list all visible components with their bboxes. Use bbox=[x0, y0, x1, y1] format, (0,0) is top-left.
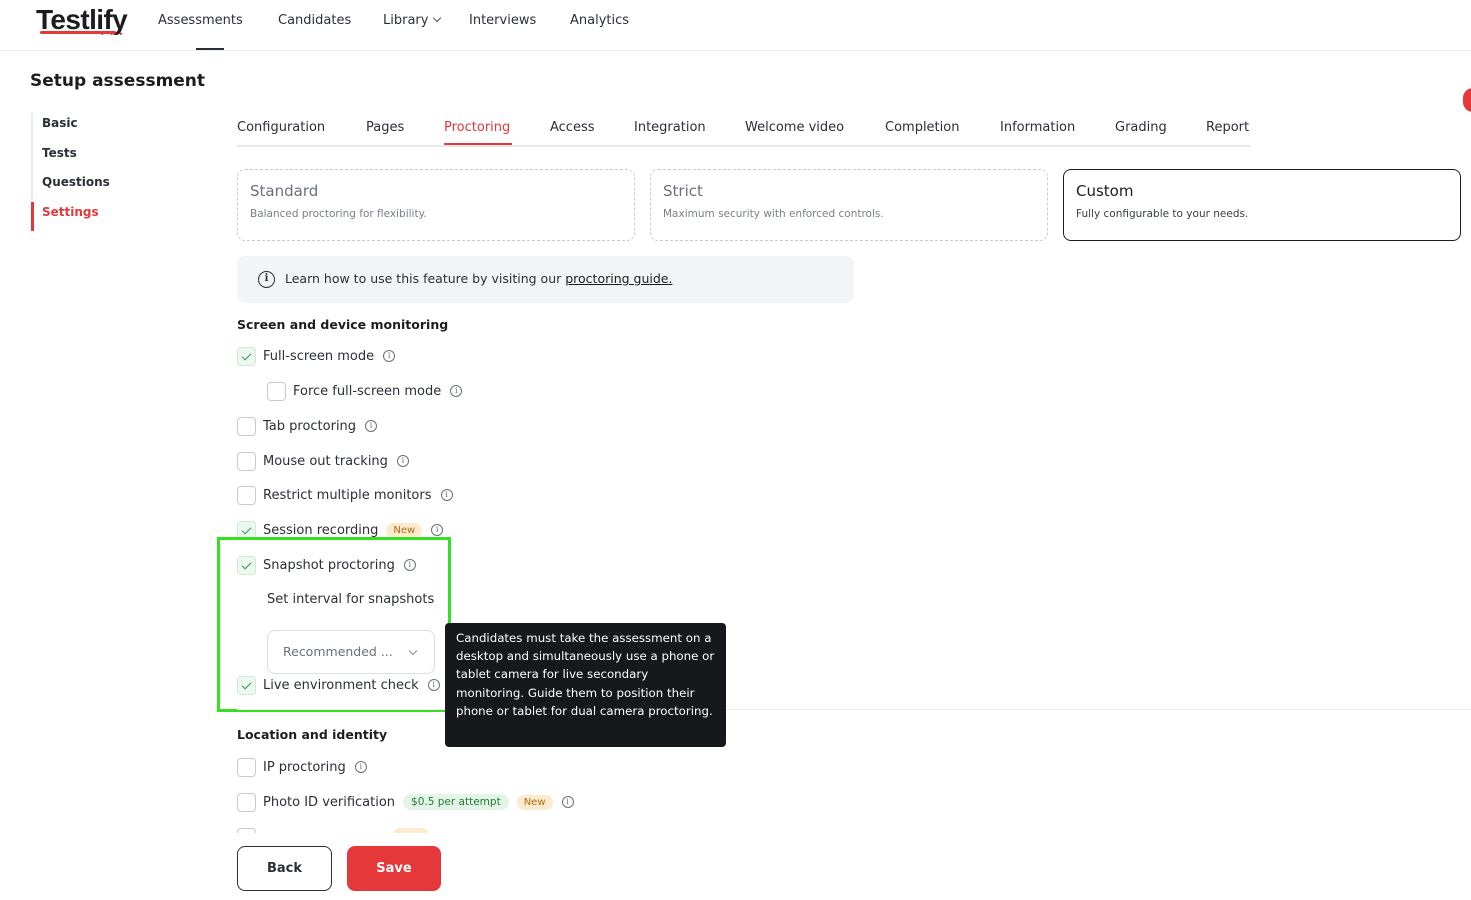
option-label: Session recording bbox=[263, 522, 379, 538]
info-banner: i Learn how to use this feature by visit… bbox=[237, 256, 854, 303]
nav-analytics[interactable]: Analytics bbox=[570, 13, 629, 28]
top-navbar: Testlify • • • Assessments Candidates Li… bbox=[0, 0, 1471, 51]
section-title-screen: Screen and device monitoring bbox=[237, 317, 449, 332]
info-icon[interactable]: i bbox=[431, 524, 444, 536]
proctoring-guide-link[interactable]: proctoring guide. bbox=[565, 271, 672, 286]
save-button[interactable]: Save bbox=[347, 846, 441, 891]
force-full-screen-checkbox[interactable] bbox=[267, 381, 286, 401]
option-label: Full-screen mode bbox=[263, 348, 375, 364]
info-text: Learn how to use this feature by visitin… bbox=[285, 271, 672, 286]
option-label: Live environment check bbox=[263, 677, 419, 693]
mode-title: Standard bbox=[250, 182, 319, 200]
tab-proctoring[interactable]: Proctoring bbox=[444, 120, 510, 135]
nav-library[interactable]: Library bbox=[383, 13, 442, 28]
option-live-environment: Live environment check i bbox=[237, 675, 440, 695]
info-icon[interactable]: i bbox=[354, 761, 367, 773]
sidebar-item-settings[interactable]: Settings bbox=[31, 201, 161, 231]
info-icon[interactable]: i bbox=[396, 455, 409, 467]
sidebar-item-basic[interactable]: Basic bbox=[33, 113, 161, 143]
nav-assessments[interactable]: Assessments bbox=[158, 13, 243, 28]
tab-configuration[interactable]: Configuration bbox=[237, 120, 325, 135]
info-message: Learn how to use this feature by visitin… bbox=[285, 271, 566, 286]
live-environment-checkbox[interactable] bbox=[237, 675, 256, 695]
snapshot-checkbox[interactable] bbox=[237, 555, 256, 575]
mode-card-strict[interactable]: Strict Maximum security with enforced co… bbox=[650, 169, 1048, 241]
mode-card-custom[interactable]: Custom Fully configurable to your needs. bbox=[1063, 169, 1461, 241]
option-tab-proctoring: Tab proctoring i bbox=[237, 416, 378, 436]
chevron-down-icon bbox=[433, 13, 442, 23]
option-session-recording: Session recording New i bbox=[237, 520, 444, 540]
sidebar-item-questions[interactable]: Questions bbox=[33, 172, 161, 202]
option-label: IP proctoring bbox=[263, 759, 346, 775]
notification-dot[interactable] bbox=[1463, 88, 1471, 112]
option-full-screen: Full-screen mode i bbox=[237, 346, 396, 366]
nav-library-label: Library bbox=[383, 13, 429, 28]
info-icon[interactable]: i bbox=[440, 489, 453, 501]
session-recording-checkbox[interactable] bbox=[237, 520, 256, 540]
mode-description: Balanced proctoring for flexibility. bbox=[250, 208, 427, 220]
option-mouse-out: Mouse out tracking i bbox=[237, 451, 409, 471]
price-badge: $0.5 per attempt bbox=[403, 794, 509, 810]
nav-interviews[interactable]: Interviews bbox=[469, 13, 536, 28]
back-button[interactable]: Back bbox=[237, 846, 332, 891]
tab-grading[interactable]: Grading bbox=[1115, 120, 1167, 135]
tab-completion[interactable]: Completion bbox=[885, 120, 959, 135]
mode-title: Strict bbox=[663, 182, 703, 200]
option-label: Snapshot proctoring bbox=[263, 557, 395, 573]
mode-description: Maximum security with enforced controls. bbox=[663, 208, 884, 220]
tab-access[interactable]: Access bbox=[550, 120, 595, 135]
option-ip-proctoring: IP proctoring i bbox=[237, 757, 367, 777]
new-badge: New bbox=[516, 794, 553, 810]
nav-active-indicator bbox=[196, 48, 224, 50]
clipped-checkbox bbox=[237, 828, 256, 833]
tab-pages[interactable]: Pages bbox=[366, 120, 404, 135]
tab-active-indicator bbox=[444, 143, 512, 145]
tab-proctoring-checkbox[interactable] bbox=[237, 416, 256, 436]
option-label: Photo ID verification bbox=[263, 794, 396, 810]
ip-proctoring-checkbox[interactable] bbox=[237, 757, 256, 777]
tab-integration[interactable]: Integration bbox=[634, 120, 706, 135]
section-divider bbox=[237, 709, 1471, 710]
info-icon[interactable]: i bbox=[403, 559, 416, 571]
setup-sidebar: Basic Tests Questions Settings bbox=[31, 113, 161, 231]
sidebar-item-tests[interactable]: Tests bbox=[33, 143, 161, 173]
option-multiple-monitors: Restrict multiple monitors i bbox=[237, 485, 453, 505]
option-label: Restrict multiple monitors bbox=[263, 487, 432, 503]
option-force-full-screen: Force full-screen mode i bbox=[267, 381, 463, 401]
info-icon[interactable]: i bbox=[450, 385, 463, 397]
info-icon: i bbox=[258, 271, 275, 288]
section-title-location: Location and identity bbox=[237, 727, 388, 742]
full-screen-checkbox[interactable] bbox=[237, 346, 256, 366]
info-icon[interactable]: i bbox=[383, 350, 396, 362]
option-label: Force full-screen mode bbox=[293, 383, 442, 399]
mode-card-standard[interactable]: Standard Balanced proctoring for flexibi… bbox=[237, 169, 635, 241]
page-title: Setup assessment bbox=[30, 71, 206, 91]
option-snapshot: Snapshot proctoring i bbox=[237, 555, 416, 575]
photo-id-checkbox[interactable] bbox=[237, 792, 256, 812]
logo-dots: • • • bbox=[100, 30, 125, 39]
tab-welcome-video[interactable]: Welcome video bbox=[745, 120, 844, 135]
mode-description: Fully configurable to your needs. bbox=[1076, 208, 1249, 220]
mode-title: Custom bbox=[1076, 182, 1134, 200]
live-environment-tooltip: Candidates must take the assessment on a… bbox=[445, 623, 726, 747]
mouse-out-checkbox[interactable] bbox=[237, 451, 256, 471]
option-photo-id: Photo ID verification $0.5 per attempt N… bbox=[237, 792, 574, 812]
tab-information[interactable]: Information bbox=[1000, 120, 1075, 135]
new-badge: New bbox=[386, 522, 423, 538]
multiple-monitors-checkbox[interactable] bbox=[237, 485, 256, 505]
snapshot-interval-select[interactable]: Recommended ... bbox=[267, 630, 435, 674]
clipped-badge bbox=[394, 828, 428, 833]
interval-label: Set interval for snapshots bbox=[267, 591, 435, 607]
select-value: Recommended ... bbox=[283, 644, 393, 659]
option-label: Mouse out tracking bbox=[263, 453, 388, 469]
info-icon[interactable]: i bbox=[561, 796, 574, 808]
clipped-option-row bbox=[237, 828, 437, 833]
info-icon[interactable]: i bbox=[427, 679, 440, 691]
option-label: Tab proctoring bbox=[263, 418, 357, 434]
settings-tabs: Configuration Pages Proctoring Access In… bbox=[237, 118, 1250, 147]
info-icon[interactable]: i bbox=[365, 420, 378, 432]
chevron-down-icon bbox=[408, 646, 418, 656]
nav-candidates[interactable]: Candidates bbox=[278, 13, 351, 28]
tab-report[interactable]: Report bbox=[1206, 120, 1249, 135]
